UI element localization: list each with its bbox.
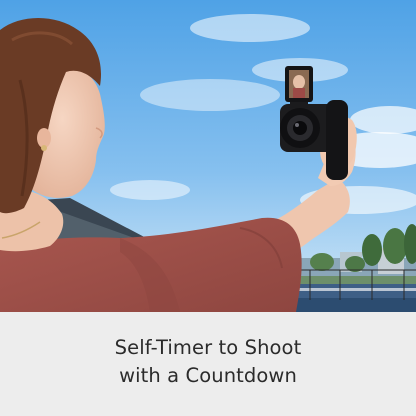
caption-panel: Self-Timer to Shoot with a Countdown	[0, 312, 416, 416]
product-slide: Self-Timer to Shoot with a Countdown	[0, 0, 416, 416]
product-photo	[0, 0, 416, 312]
earring	[41, 145, 47, 151]
caption-line-1: Self-Timer to Shoot	[114, 336, 302, 359]
caption-line-2: with a Countdown	[119, 364, 297, 387]
